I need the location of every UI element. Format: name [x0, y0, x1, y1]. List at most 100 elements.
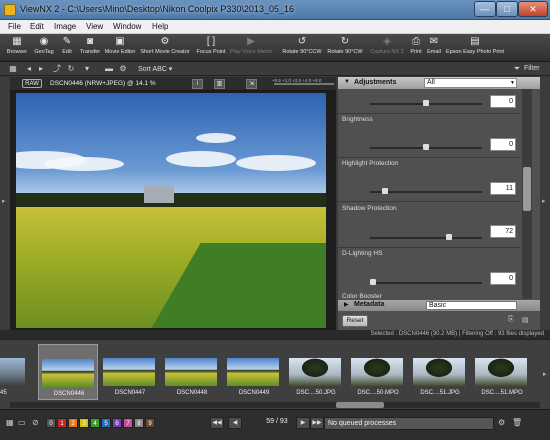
slider-thumb-0[interactable] [423, 100, 429, 106]
reject-icon[interactable]: ⊘ [32, 418, 39, 427]
reset-button[interactable]: Reset [342, 315, 368, 327]
menu-image[interactable]: Image [54, 22, 76, 31]
menu-window[interactable]: Window [113, 22, 141, 31]
adjustments-scrollbar[interactable] [522, 89, 532, 299]
adjustments-filter-select[interactable]: All ▼ [424, 78, 517, 88]
filter-icon[interactable]: ⏷ [512, 64, 522, 74]
menu-view[interactable]: View [86, 22, 103, 31]
rotate-ccw-button[interactable]: ↺ Rotate 90°CCW [282, 35, 322, 61]
dropdown-icon[interactable]: ▾ [82, 64, 92, 74]
image-viewer[interactable] [10, 91, 336, 330]
metadata-header[interactable]: ▶ Metadata Basic [338, 300, 540, 311]
film-thumb[interactable]: DSC....50.JPG [286, 344, 346, 400]
label-9[interactable]: 9 [145, 418, 155, 428]
d-lighting-value[interactable]: 0 [490, 272, 516, 285]
queue-settings-icon[interactable]: ⚙ [498, 418, 505, 427]
left-collapse-strip[interactable]: ▸ [0, 77, 10, 330]
label-5[interactable]: 5 [101, 418, 111, 428]
raw-badge[interactable]: RAW [22, 79, 42, 88]
label-8[interactable]: 8 [134, 418, 144, 428]
histogram-icon[interactable]: ▥ [214, 79, 225, 89]
label-4[interactable]: 4 [90, 418, 100, 428]
metadata-select[interactable]: Basic [426, 301, 517, 310]
film-thumb[interactable]: DSC....50.MPO [348, 344, 408, 400]
filmstrip-scroll-thumb[interactable] [336, 402, 384, 408]
label-3[interactable]: 3 [79, 418, 89, 428]
print-button[interactable]: ⎙ Print [408, 35, 424, 61]
main-toolbar: ▦ Browser ◉ GeoTag ✎ Edit ◙ Transfer ▣ Movie … [0, 34, 550, 62]
sort-control[interactable]: Sort ABC ▾ [138, 65, 172, 73]
grid-view-icon[interactable]: ▦ [8, 64, 18, 74]
menu-file[interactable]: File [8, 22, 21, 31]
brightness-value[interactable]: 0 [490, 138, 516, 151]
title-bar: ViewNX 2 - C:\Users\Mino\Desktop\Nikon C… [0, 0, 550, 20]
brightness-slider-thumb[interactable] [423, 144, 429, 150]
last-page-button[interactable]: ▶▶ [310, 417, 324, 429]
film-thumb[interactable]: 0445 [0, 344, 30, 400]
previous-page-button[interactable]: ◀ [228, 417, 242, 429]
paste-settings-icon[interactable]: ▤ [522, 316, 532, 326]
fit-icon[interactable]: ⇲ [246, 79, 257, 89]
highlight-value[interactable]: 11 [490, 182, 516, 195]
label-2[interactable]: 2 [68, 418, 78, 428]
shadow-protection-label: Shadow Protection [342, 205, 397, 212]
close-button[interactable]: ✕ [518, 1, 548, 17]
thumb-image [289, 358, 341, 386]
maximize-button[interactable]: □ [496, 1, 518, 17]
back-icon[interactable]: ◂ [24, 64, 34, 74]
d-lighting-slider-thumb[interactable] [370, 279, 376, 285]
epson-print-button[interactable]: ▤ Epson Easy Photo Print [444, 35, 506, 61]
scrollbar-thumb[interactable] [523, 167, 531, 211]
transfer-button[interactable]: ◙ Transfer [78, 35, 102, 61]
geotag-icon: ◉ [39, 36, 49, 47]
focus-point-button[interactable]: [ ] Focus Point [196, 35, 226, 61]
filmstrip-icon[interactable]: ▭ [18, 418, 26, 427]
label-0[interactable]: 0 [46, 418, 56, 428]
forward-icon[interactable]: ▸ [36, 64, 46, 74]
rotate-cw-button[interactable]: ↻ Rotate 90°CW [326, 35, 364, 61]
value-field-0[interactable]: 0 [490, 95, 516, 108]
short-movie-creator-button[interactable]: ⚙ Short Movie Creator [138, 35, 192, 61]
zoom-slider[interactable] [274, 83, 334, 85]
folder-icon[interactable]: ▬ [104, 64, 114, 74]
browser-button[interactable]: ▦ Browser [4, 35, 30, 61]
film-thumb[interactable]: DSCN0448 [162, 344, 222, 400]
film-thumb[interactable]: DSC....51.JPG [410, 344, 470, 400]
movie-editor-button[interactable]: ▣ Movie Editor [104, 35, 136, 61]
play-voice-memo-button[interactable]: ▶ Play Voice Memo [230, 35, 273, 61]
scroll-right-icon[interactable]: ▸ [543, 370, 547, 378]
label-7[interactable]: 7 [123, 418, 133, 428]
film-thumb[interactable]: DSCN0446 [38, 344, 98, 400]
adjustments-header[interactable]: ▼ Adjustments All ▼ [338, 77, 540, 89]
film-thumb[interactable]: DSCN0447 [100, 344, 160, 400]
film-thumb[interactable]: DSCN0449 [224, 344, 284, 400]
shadow-value[interactable]: 72 [490, 225, 516, 238]
settings-icon[interactable]: ⚙ [118, 64, 128, 74]
first-page-button[interactable]: ◀◀ [210, 417, 224, 429]
status-line: Selected : DSCN0446 (30.2 MB) | Filterin… [0, 330, 550, 339]
menu-edit[interactable]: Edit [30, 22, 44, 31]
d-lighting-slider-track[interactable] [370, 282, 482, 284]
film-thumb[interactable]: DSC....51.MPO [472, 344, 532, 400]
info-icon[interactable]: i [192, 79, 203, 89]
filmstrip-scrollbar[interactable] [10, 402, 540, 408]
copy-settings-icon[interactable]: ⎘ [508, 316, 518, 326]
shadow-slider-track[interactable] [370, 237, 482, 239]
label-1[interactable]: 1 [57, 418, 67, 428]
capture-nx-button[interactable]: ◈ Capture NX 2 [368, 35, 406, 61]
geotag-button[interactable]: ◉ GeoTag [32, 35, 56, 61]
minimize-button[interactable]: — [474, 1, 496, 17]
folder-up-icon[interactable]: ⤴ [52, 64, 62, 74]
shadow-slider-thumb[interactable] [446, 234, 453, 240]
grid-icon[interactable]: ▦ [6, 418, 14, 427]
menu-help[interactable]: Help [152, 22, 168, 31]
email-button[interactable]: ✉ Email [426, 35, 442, 61]
refresh-icon[interactable]: ↻ [66, 64, 76, 74]
next-page-button[interactable]: ▶ [296, 417, 310, 429]
label-6[interactable]: 6 [112, 418, 122, 428]
trash-icon[interactable]: 🗑 [512, 418, 522, 427]
highlight-slider-thumb[interactable] [381, 188, 388, 194]
filter-label[interactable]: Filter [524, 65, 540, 72]
edit-button[interactable]: ✎ Edit [58, 35, 76, 61]
right-collapse-strip[interactable]: ▸ [540, 77, 550, 330]
